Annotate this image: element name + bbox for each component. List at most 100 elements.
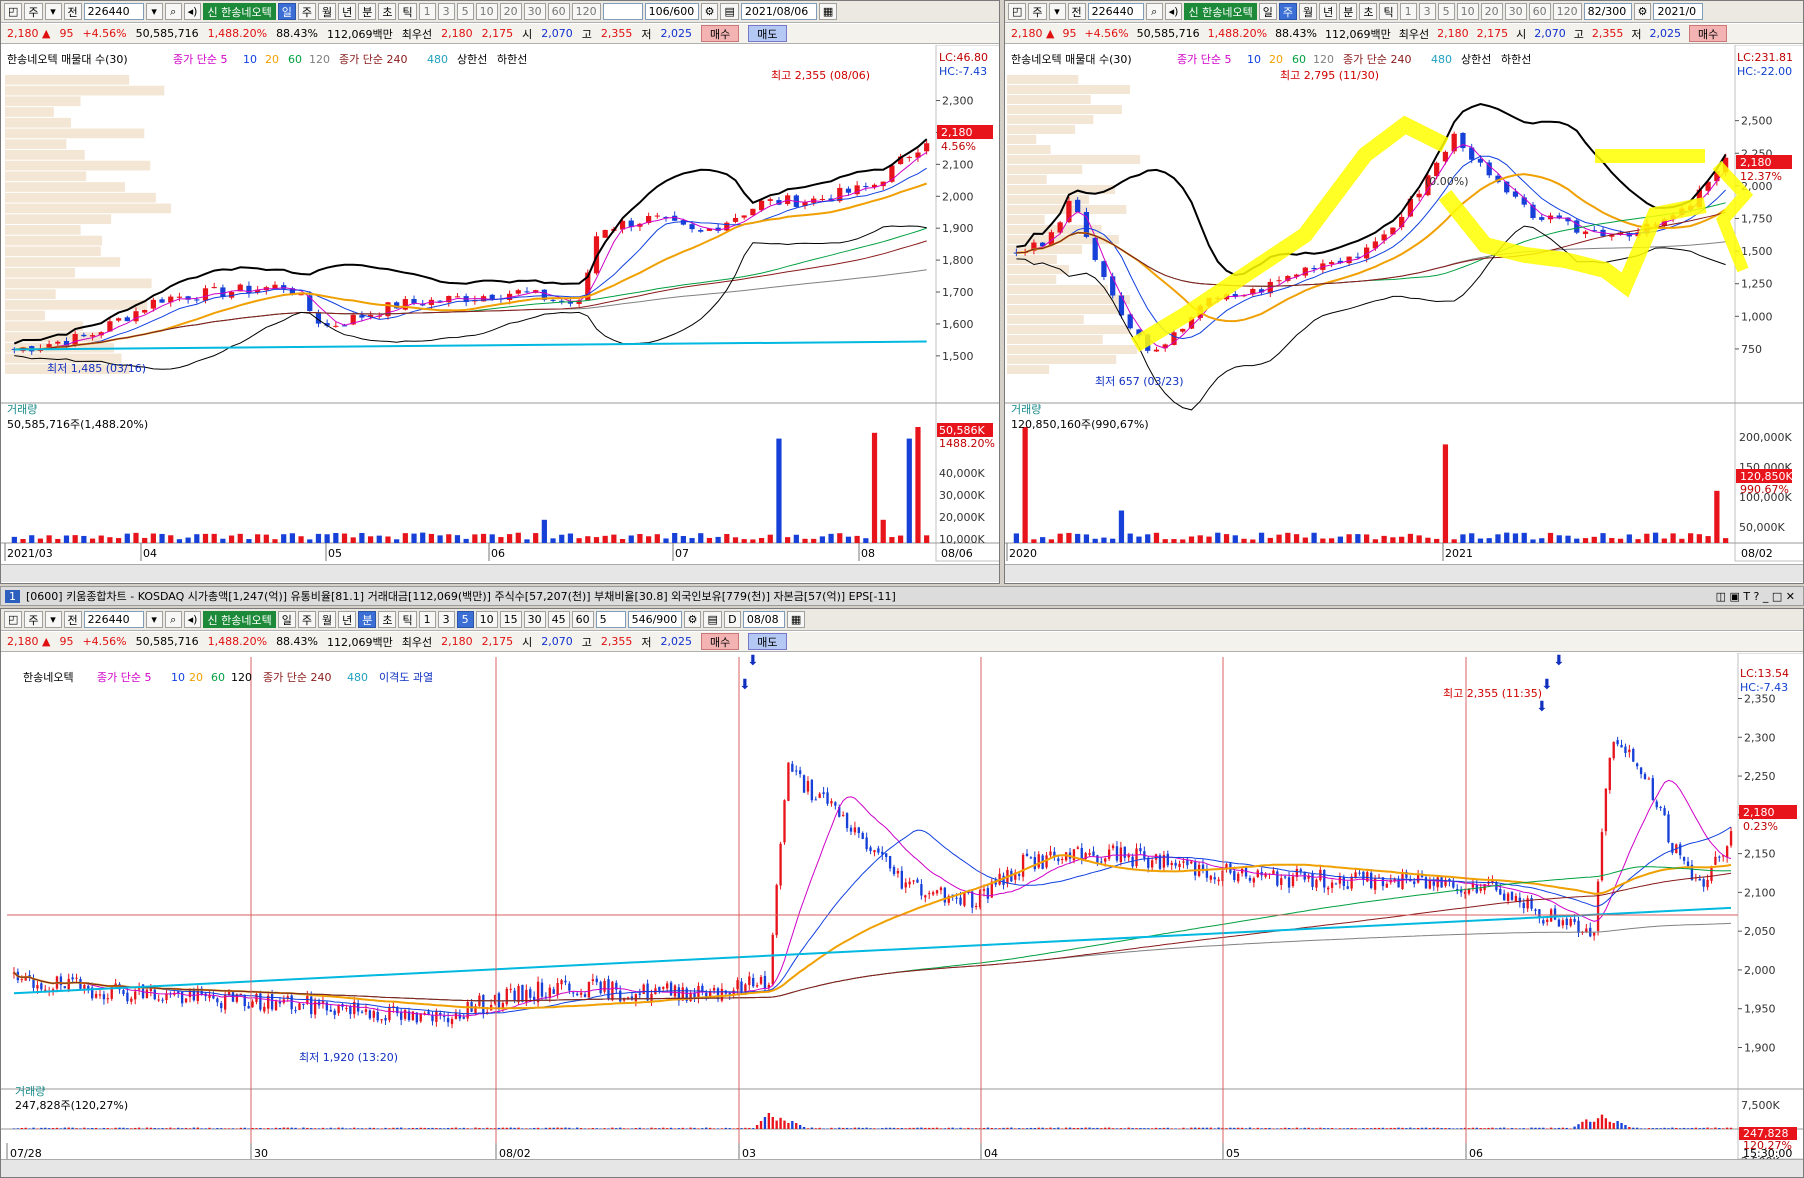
period-minute[interactable]: 분 bbox=[1339, 3, 1358, 20]
period-year[interactable]: 년 bbox=[338, 611, 357, 628]
count-field[interactable]: 106/600 bbox=[644, 3, 699, 20]
period-month[interactable]: 월 bbox=[317, 3, 337, 20]
tick-5[interactable]: 5 bbox=[456, 3, 474, 20]
buy-button[interactable]: 매수 bbox=[1689, 25, 1728, 42]
date-field[interactable]: 2021/0 bbox=[1653, 3, 1704, 20]
y-tick-label: 1,800 bbox=[942, 254, 974, 267]
chevron-down-icon[interactable]: ▾ bbox=[44, 3, 62, 20]
dropdown-icon[interactable]: ▾ bbox=[145, 611, 163, 628]
tick-20[interactable]: 20 bbox=[499, 3, 522, 20]
daily-scrollbar[interactable] bbox=[1, 564, 999, 582]
search-icon[interactable]: ⌕ bbox=[164, 611, 182, 628]
period-month[interactable]: 월 bbox=[317, 611, 337, 628]
all-button[interactable]: 전 bbox=[63, 3, 82, 20]
settings-icon[interactable]: ⚙ bbox=[1633, 3, 1652, 20]
date-field[interactable]: 2021/08/06 bbox=[740, 3, 817, 20]
legend-ma20: 20 bbox=[189, 671, 203, 684]
buy-button[interactable]: 매수 bbox=[701, 633, 740, 650]
volume-icon[interactable]: ◂) bbox=[183, 611, 202, 628]
period-second[interactable]: 초 bbox=[1359, 3, 1378, 20]
period-day[interactable]: 일 bbox=[277, 3, 296, 20]
period-minute[interactable]: 분 bbox=[358, 3, 377, 20]
all-button[interactable]: 전 bbox=[63, 611, 82, 628]
stock-code-input[interactable]: 226440 bbox=[1087, 3, 1144, 20]
tick-120[interactable]: 120 bbox=[1552, 3, 1582, 20]
period-year[interactable]: 년 bbox=[338, 3, 357, 20]
min-1[interactable]: 1 bbox=[418, 611, 436, 628]
period-tick[interactable]: 틱 bbox=[1379, 3, 1398, 20]
buy-button[interactable]: 매수 bbox=[701, 25, 740, 42]
min-15[interactable]: 15 bbox=[499, 611, 522, 628]
market-select[interactable]: 주 bbox=[24, 3, 43, 20]
settings-icon[interactable]: ⚙ bbox=[700, 3, 719, 20]
dropdown-icon[interactable]: ▾ bbox=[145, 3, 163, 20]
minute-scrollbar[interactable] bbox=[1, 1159, 1803, 1177]
tick-30[interactable]: 30 bbox=[1504, 3, 1527, 20]
stock-code-input[interactable]: 226440 bbox=[83, 3, 144, 20]
tick-1[interactable]: 1 bbox=[1399, 3, 1417, 20]
count-field[interactable]: 546/900 bbox=[627, 611, 682, 628]
tick-3[interactable]: 3 bbox=[437, 3, 455, 20]
tick-60[interactable]: 60 bbox=[1528, 3, 1551, 20]
stock-code-input[interactable]: 226440 bbox=[83, 611, 144, 628]
weekly-scrollbar[interactable] bbox=[1005, 564, 1803, 582]
chevron-down-icon[interactable]: ▾ bbox=[1048, 3, 1066, 20]
period-week[interactable]: 주 bbox=[297, 3, 316, 20]
period-second[interactable]: 초 bbox=[378, 611, 397, 628]
daily-candle-chart[interactable]: 2,3002,2002,1002,0001,9001,8001,7001,600… bbox=[1, 45, 1000, 581]
sell-button[interactable]: 매도 bbox=[748, 633, 787, 650]
min-30[interactable]: 30 bbox=[523, 611, 546, 628]
period-day[interactable]: 일 bbox=[277, 611, 296, 628]
tick-5[interactable]: 5 bbox=[1437, 3, 1455, 20]
period-minute[interactable]: 분 bbox=[358, 611, 377, 628]
tick-3[interactable]: 3 bbox=[1418, 3, 1436, 20]
min-3[interactable]: 3 bbox=[437, 611, 455, 628]
market-select[interactable]: 주 bbox=[24, 611, 43, 628]
tick-1[interactable]: 1 bbox=[418, 3, 436, 20]
min-45[interactable]: 45 bbox=[547, 611, 570, 628]
window-number[interactable]: 1 bbox=[5, 589, 20, 603]
window-controls[interactable]: ◫ ▣ T ? _ □ ✕ bbox=[1716, 590, 1803, 603]
tick-10[interactable]: 10 bbox=[1456, 3, 1479, 20]
all-button[interactable]: 전 bbox=[1067, 3, 1086, 20]
period-tick[interactable]: 틱 bbox=[398, 3, 417, 20]
tick-30[interactable]: 30 bbox=[523, 3, 546, 20]
min-60[interactable]: 60 bbox=[571, 611, 594, 628]
period-month[interactable]: 월 bbox=[1298, 3, 1318, 20]
period-year[interactable]: 년 bbox=[1319, 3, 1338, 20]
window-icon[interactable]: ◰ bbox=[1008, 3, 1027, 20]
min-5[interactable]: 5 bbox=[456, 611, 474, 628]
minute-input[interactable]: 5 bbox=[595, 611, 626, 628]
volume-icon[interactable]: ◂) bbox=[1164, 3, 1183, 20]
chevron-down-icon[interactable]: ▾ bbox=[44, 611, 62, 628]
period-second[interactable]: 초 bbox=[378, 3, 397, 20]
tick-10[interactable]: 10 bbox=[475, 3, 498, 20]
search-icon[interactable]: ⌕ bbox=[1145, 3, 1163, 20]
tick-60[interactable]: 60 bbox=[547, 3, 570, 20]
calendar-icon[interactable]: ▦ bbox=[786, 611, 806, 628]
search-icon[interactable]: ⌕ bbox=[164, 3, 182, 20]
print-icon[interactable]: ▤ bbox=[720, 3, 739, 20]
d-checkbox[interactable]: D bbox=[723, 611, 741, 628]
settings-icon[interactable]: ⚙ bbox=[683, 611, 702, 628]
weekly-candle-chart[interactable]: 2,5002,2502,0001,7501,5001,2501,000750한송… bbox=[1005, 45, 1804, 581]
print-icon[interactable]: ▤ bbox=[703, 611, 722, 628]
window-icon[interactable]: ◰ bbox=[4, 611, 23, 628]
date-field[interactable]: 08/08 bbox=[742, 611, 785, 628]
period-week[interactable]: 주 bbox=[297, 611, 316, 628]
volume-icon[interactable]: ◂) bbox=[183, 3, 202, 20]
period-tick[interactable]: 틱 bbox=[398, 611, 417, 628]
minute-candle-chart[interactable]: 2,3502,3002,2502,2002,1502,1002,0502,000… bbox=[1, 653, 1804, 1178]
period-week[interactable]: 주 bbox=[1278, 3, 1297, 20]
period-day[interactable]: 일 bbox=[1258, 3, 1277, 20]
count-field[interactable]: 82/300 bbox=[1583, 3, 1632, 20]
volume-bar bbox=[1190, 1127, 1193, 1129]
tick-20[interactable]: 20 bbox=[1480, 3, 1503, 20]
tick-custom-input[interactable] bbox=[602, 3, 643, 20]
min-10[interactable]: 10 bbox=[475, 611, 498, 628]
calendar-icon[interactable]: ▦ bbox=[818, 3, 838, 20]
sell-button[interactable]: 매도 bbox=[748, 25, 787, 42]
window-icon[interactable]: ◰ bbox=[4, 3, 23, 20]
market-select[interactable]: 주 bbox=[1028, 3, 1047, 20]
tick-120[interactable]: 120 bbox=[571, 3, 601, 20]
